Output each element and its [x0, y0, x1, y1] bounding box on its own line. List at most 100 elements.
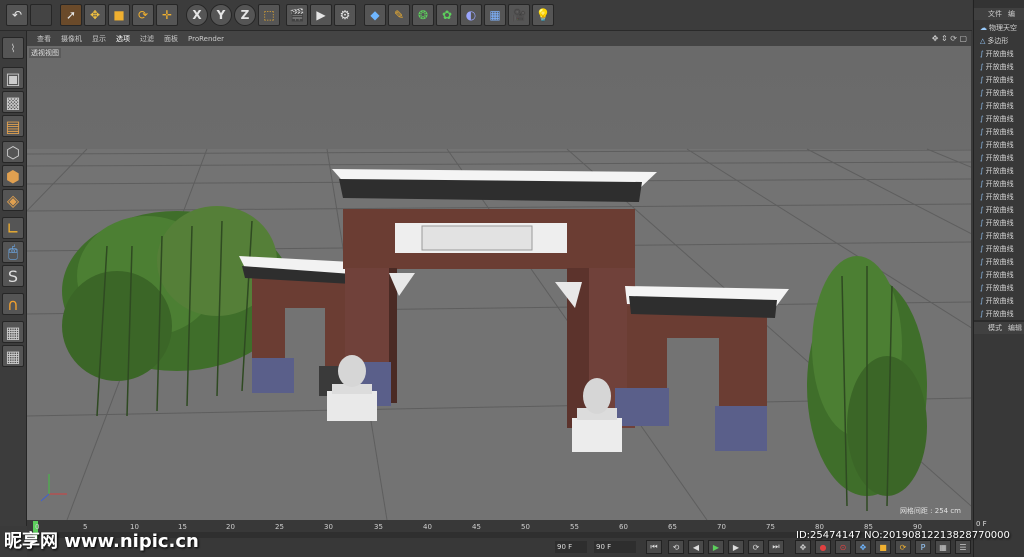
object-row[interactable]: ∫ 开放曲线 [980, 204, 1024, 216]
model-mode-icon[interactable]: ▣ [2, 67, 24, 89]
autokey-icon[interactable]: ● [815, 540, 831, 554]
object-row[interactable]: ∫ 开放曲线 [980, 243, 1024, 255]
keyframe-selection-icon[interactable]: ⊙ [835, 540, 851, 554]
cube-icon[interactable]: ◆ [364, 4, 386, 26]
object-row[interactable]: ∫ 开放曲线 [980, 295, 1024, 307]
array-icon[interactable]: ✿ [436, 4, 458, 26]
current-frame-field[interactable]: 0 F [976, 520, 1022, 530]
step-back-icon[interactable]: ◀ [688, 540, 704, 554]
axis-y-button[interactable]: Y [210, 4, 232, 26]
snap-icon[interactable]: S [2, 265, 24, 287]
scene-render [27, 46, 971, 520]
menu-file[interactable]: 文件 [988, 9, 1002, 19]
object-row[interactable]: ∫ 开放曲线 [980, 74, 1024, 86]
scale-key-icon[interactable]: ■ [875, 540, 891, 554]
menu-prorender[interactable]: ProRender [188, 35, 224, 43]
light-icon[interactable]: 💡 [532, 4, 554, 26]
object-row[interactable]: △ 多边形 [980, 35, 1024, 47]
object-row[interactable]: ∫ 开放曲线 [980, 256, 1024, 268]
axis-z-button[interactable]: Z [234, 4, 256, 26]
position-key-icon[interactable]: ✥ [855, 540, 871, 554]
viewport-menu: 查看 摄像机 显示 选项 过滤 面板 ProRender ✥ ⇕ ⟳ ▢ [27, 31, 971, 46]
coord-system-icon[interactable]: ⬚ [258, 4, 280, 26]
transform-icon[interactable]: ✛ [156, 4, 178, 26]
menu-filter[interactable]: 过滤 [140, 34, 154, 44]
floor-icon[interactable]: ▦ [484, 4, 506, 26]
tick-label: 50 [521, 523, 530, 531]
object-row[interactable]: ∫ 开放曲线 [980, 100, 1024, 112]
render-view-icon[interactable]: 🎬 [286, 4, 308, 26]
menu-edit[interactable]: 编 [1008, 9, 1015, 19]
object-row[interactable]: ∫ 开放曲线 [980, 152, 1024, 164]
menu-options[interactable]: 选项 [116, 34, 130, 44]
timeline-menu-icon[interactable]: ☰ [955, 540, 971, 554]
tweak-mode-icon[interactable]: 🖱 [2, 241, 24, 263]
left-toolbar: ⌇ ▣ ▩ ▤ ⬡ ⬢ ◈ ∟ 🖱 S ∩ ▦ ▦ [0, 31, 27, 526]
menu-panel[interactable]: 面板 [164, 34, 178, 44]
make-editable-icon[interactable]: ⌇ [2, 37, 24, 59]
axis-x-button[interactable]: X [186, 4, 208, 26]
object-row[interactable]: ∫ 开放曲线 [980, 269, 1024, 281]
edges-mode-icon[interactable]: ⬢ [2, 165, 24, 187]
viewport-panel: 查看 摄像机 显示 选项 过滤 面板 ProRender ✥ ⇕ ⟳ ▢ 透视视… [27, 31, 971, 520]
object-row[interactable]: ∫ 开放曲线 [980, 308, 1024, 320]
object-row[interactable]: ∫ 开放曲线 [980, 87, 1024, 99]
deformer-icon[interactable]: ◐ [460, 4, 482, 26]
undo-icon[interactable]: ↶ [6, 4, 28, 26]
tick-label: 75 [766, 523, 775, 531]
object-row[interactable]: ☁ 物理天空 [980, 22, 1024, 34]
viewport-nav-icons[interactable]: ✥ ⇕ ⟳ ▢ [932, 34, 967, 43]
render-picture-viewer-icon[interactable]: ▶ [310, 4, 332, 26]
end-frame-field-b[interactable]: 90 F [594, 541, 636, 553]
menu-display[interactable]: 显示 [92, 34, 106, 44]
menu-camera[interactable]: 摄像机 [61, 34, 82, 44]
rotation-key-icon[interactable]: ⟳ [895, 540, 911, 554]
pla-key-icon[interactable]: ▦ [935, 540, 951, 554]
object-row[interactable]: ∫ 开放曲线 [980, 61, 1024, 73]
menu-mode[interactable]: 模式 [988, 323, 1002, 333]
rotate-icon[interactable]: ⟳ [132, 4, 154, 26]
record-keys-icon[interactable]: ✥ [795, 540, 811, 554]
step-forward-icon[interactable]: ▶ [728, 540, 744, 554]
view-label: 透视视图 [29, 48, 61, 58]
tick-label: 35 [374, 523, 383, 531]
object-row[interactable]: ∫ 开放曲线 [980, 230, 1024, 242]
polygons-mode-icon[interactable]: ◈ [2, 189, 24, 211]
magnet-icon[interactable]: ∩ [2, 293, 24, 315]
end-frame-field-a[interactable]: 90 F [555, 541, 587, 553]
menu-view[interactable]: 查看 [37, 34, 51, 44]
perspective-viewport[interactable]: 透视视图 网格间距 : 254 cm [27, 46, 971, 520]
scale-icon[interactable]: ■ [108, 4, 130, 26]
object-row[interactable]: ∫ 开放曲线 [980, 282, 1024, 294]
object-row[interactable]: ∫ 开放曲线 [980, 165, 1024, 177]
redo-icon[interactable] [30, 4, 52, 26]
prev-key-icon[interactable]: ⟲ [668, 540, 684, 554]
axis-mode-icon[interactable]: ∟ [2, 217, 24, 239]
tick-label: 70 [717, 523, 726, 531]
play-icon[interactable]: ▶ [708, 540, 724, 554]
workplane-mode-icon[interactable]: ▤ [2, 115, 24, 137]
planar-workplane-icon[interactable]: ▦ [2, 345, 24, 367]
next-key-icon[interactable]: ⟳ [748, 540, 764, 554]
object-row[interactable]: ∫ 开放曲线 [980, 48, 1024, 60]
object-row[interactable]: ∫ 开放曲线 [980, 113, 1024, 125]
goto-start-icon[interactable]: ⏮ [646, 540, 662, 554]
texture-mode-icon[interactable]: ▩ [2, 91, 24, 113]
object-row[interactable]: ∫ 开放曲线 [980, 126, 1024, 138]
object-row[interactable]: ∫ 开放曲线 [980, 139, 1024, 151]
menu-edit-attr[interactable]: 编辑 [1008, 323, 1022, 333]
param-key-icon[interactable]: P [915, 540, 931, 554]
object-row[interactable]: ∫ 开放曲线 [980, 191, 1024, 203]
camera-icon[interactable]: 🎥 [508, 4, 530, 26]
goto-end-icon[interactable]: ⏭ [768, 540, 784, 554]
select-icon[interactable]: ➚ [60, 4, 82, 26]
object-row[interactable]: ∫ 开放曲线 [980, 217, 1024, 229]
subdivision-icon[interactable]: ❂ [412, 4, 434, 26]
render-settings-icon[interactable]: ⚙ [334, 4, 356, 26]
points-mode-icon[interactable]: ⬡ [2, 141, 24, 163]
pen-icon[interactable]: ✎ [388, 4, 410, 26]
grid-spacing-label: 网格间距 : 254 cm [899, 507, 961, 515]
lock-workplane-icon[interactable]: ▦ [2, 321, 24, 343]
move-icon[interactable]: ✥ [84, 4, 106, 26]
object-row[interactable]: ∫ 开放曲线 [980, 178, 1024, 190]
